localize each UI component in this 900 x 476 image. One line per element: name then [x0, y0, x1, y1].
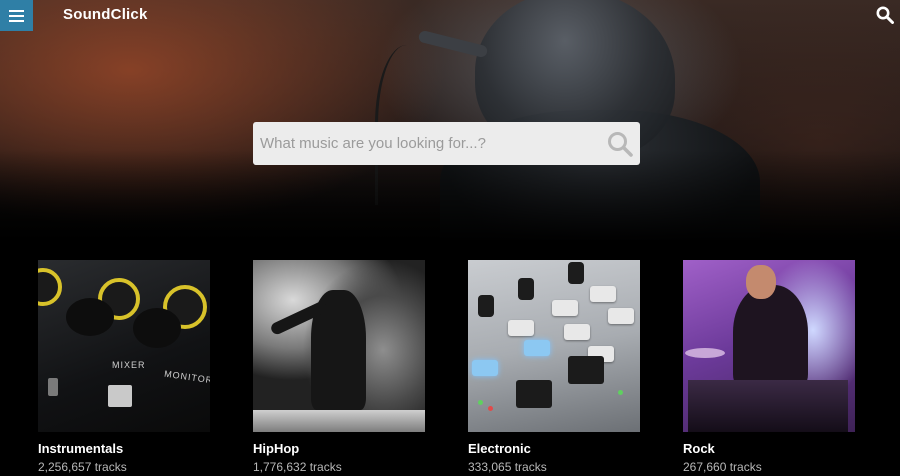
- genre-title[interactable]: HipHop: [253, 441, 299, 456]
- genre-title[interactable]: Electronic: [468, 441, 531, 456]
- mixer-label: MIXER: [112, 360, 146, 370]
- mixer-knob: [518, 278, 534, 300]
- music-search-input[interactable]: [253, 122, 593, 165]
- genre-title[interactable]: Rock: [683, 441, 715, 456]
- menu-button[interactable]: [0, 0, 33, 31]
- genre-title[interactable]: Instrumentals: [38, 441, 123, 456]
- search-submit-button[interactable]: [607, 131, 633, 157]
- drum-kit: [688, 380, 848, 432]
- mixer-button: [564, 324, 590, 340]
- mixer-knob: [66, 298, 114, 336]
- genre-thumbnail[interactable]: MIXER MONITOR: [38, 260, 210, 432]
- search-icon: [876, 6, 894, 24]
- genre-thumbnail[interactable]: [683, 260, 855, 432]
- monitor-label: MONITOR: [163, 368, 210, 386]
- genre-track-count: 333,065 tracks: [468, 460, 547, 474]
- mixer-button: [590, 286, 616, 302]
- site-logo[interactable]: SoundClick: [63, 6, 148, 23]
- genre-card-electronic[interactable]: Electronic 333,065 tracks: [468, 260, 640, 474]
- mixer-button: [472, 360, 498, 376]
- mixer-button: [508, 320, 534, 336]
- led: [478, 400, 483, 405]
- genre-card-instrumentals[interactable]: MIXER MONITOR Instrumentals 2,256,657 tr…: [38, 260, 210, 474]
- search-icon: [608, 132, 633, 157]
- mixer-knob: [478, 295, 494, 317]
- mixer-button: [608, 308, 634, 324]
- genre-card-rock[interactable]: Rock 267,660 tracks: [683, 260, 855, 474]
- genre-track-count: 2,256,657 tracks: [38, 460, 127, 474]
- hamburger-menu-icon: [9, 9, 24, 22]
- led: [488, 406, 493, 411]
- led: [618, 390, 623, 395]
- drummer: [733, 285, 808, 390]
- stage: [253, 410, 425, 432]
- genre-track-count: 267,660 tracks: [683, 460, 762, 474]
- mixer-knob: [133, 308, 181, 348]
- mixer-knob: [38, 268, 62, 306]
- genre-thumbnail[interactable]: [468, 260, 640, 432]
- fader-cap: [48, 378, 58, 396]
- header-search-button[interactable]: [876, 6, 894, 24]
- mixer-knob: [568, 262, 584, 284]
- cymbal: [685, 348, 725, 358]
- genre-card-hiphop[interactable]: HipHop 1,776,632 tracks: [253, 260, 425, 474]
- music-search-box: [253, 122, 640, 165]
- mixer-button: [552, 300, 578, 316]
- genre-track-count: 1,776,632 tracks: [253, 460, 342, 474]
- hero-banner: [0, 0, 900, 240]
- mixer-button: [524, 340, 550, 356]
- fader-cap: [108, 385, 132, 407]
- genre-thumbnail[interactable]: [253, 260, 425, 432]
- fader: [568, 356, 604, 384]
- drummer-head: [746, 265, 776, 299]
- fader: [516, 380, 552, 408]
